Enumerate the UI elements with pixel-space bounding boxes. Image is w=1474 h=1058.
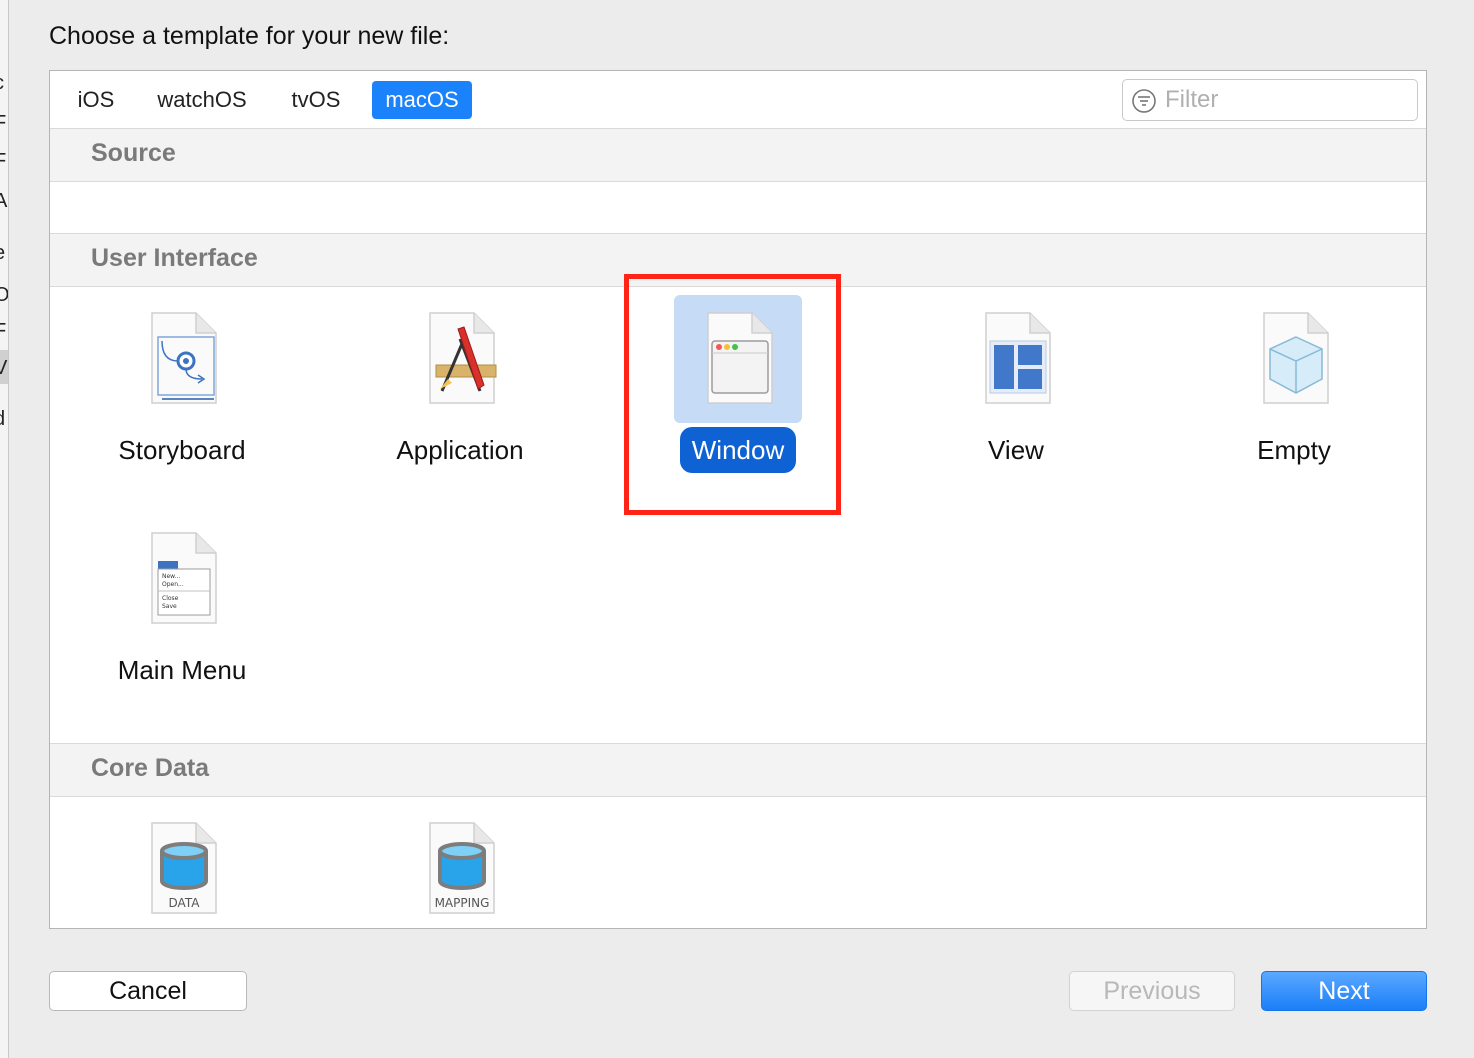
cancel-button[interactable]: Cancel xyxy=(49,971,247,1011)
data-icon-text: DATA xyxy=(169,896,201,910)
background-glyph: O xyxy=(0,284,8,307)
platform-tab-bar: iOS watchOS tvOS macOS xyxy=(50,71,1426,129)
background-glyph: A xyxy=(0,190,7,213)
template-view[interactable]: View xyxy=(916,295,1116,495)
section-title: Core Data xyxy=(91,754,210,782)
menu-icon-text: Open... xyxy=(162,581,184,588)
menu-icon-text: Save xyxy=(162,603,177,610)
background-glyph: F xyxy=(0,320,6,343)
main-menu-icon: New... Open... Close Save xyxy=(151,532,217,624)
section-header-user-interface: User Interface xyxy=(50,233,1426,287)
template-label: Window xyxy=(638,427,838,473)
tab-watchos[interactable]: watchOS xyxy=(146,81,258,119)
background-glyph: F xyxy=(0,150,6,173)
view-icon xyxy=(985,312,1051,404)
template-data-model[interactable]: DATA xyxy=(82,805,282,928)
template-label: Storyboard xyxy=(118,435,246,465)
background-glyph: d xyxy=(0,408,5,431)
section-title: Source xyxy=(91,139,176,167)
background-glyph: V xyxy=(0,357,7,380)
tab-ios[interactable]: iOS xyxy=(66,81,126,119)
filter-field[interactable] xyxy=(1122,79,1418,121)
storyboard-icon xyxy=(151,312,217,404)
selected-template-label: Window xyxy=(679,427,797,473)
mapping-icon-text: MAPPING xyxy=(435,896,490,910)
section-header-core-data: Core Data xyxy=(50,743,1426,797)
template-panel: iOS watchOS tvOS macOS Source User Inter… xyxy=(49,70,1427,929)
background-window-edge: c F F A e O F V d xyxy=(0,0,9,1058)
template-mapping-model[interactable]: MAPPING xyxy=(360,805,560,928)
dialog-prompt: Choose a template for your new file: xyxy=(49,22,450,50)
tab-macos[interactable]: macOS xyxy=(372,81,472,119)
template-label: Main Menu xyxy=(117,655,247,685)
mapping-model-icon: MAPPING xyxy=(429,822,495,914)
template-label: Application xyxy=(396,435,524,465)
background-glyph: F xyxy=(0,112,6,135)
template-label: View xyxy=(988,435,1044,465)
application-icon xyxy=(429,312,497,404)
tab-tvos[interactable]: tvOS xyxy=(280,81,352,119)
menu-icon-text: Close xyxy=(162,595,179,602)
background-glyph: e xyxy=(0,242,5,265)
template-application[interactable]: Application xyxy=(360,295,560,495)
filter-icon xyxy=(1132,89,1156,113)
template-label: Empty xyxy=(1257,435,1331,465)
template-storyboard[interactable]: Storyboard xyxy=(82,295,282,495)
section-header-source: Source xyxy=(50,128,1426,182)
filter-input[interactable] xyxy=(1163,84,1407,116)
new-file-sheet: Choose a template for your new file: iOS… xyxy=(9,0,1469,1052)
next-button[interactable]: Next xyxy=(1261,971,1427,1011)
section-title: User Interface xyxy=(91,244,258,272)
previous-button[interactable]: Previous xyxy=(1069,971,1235,1011)
window-icon xyxy=(707,312,773,404)
data-model-icon: DATA xyxy=(151,822,217,914)
template-main-menu[interactable]: New... Open... Close Save Main Menu xyxy=(82,515,282,715)
background-glyph: c xyxy=(0,72,4,95)
template-empty[interactable]: Empty xyxy=(1194,295,1394,495)
template-window[interactable]: Window xyxy=(638,295,838,495)
empty-icon xyxy=(1263,312,1329,404)
menu-icon-text: New... xyxy=(162,573,180,580)
